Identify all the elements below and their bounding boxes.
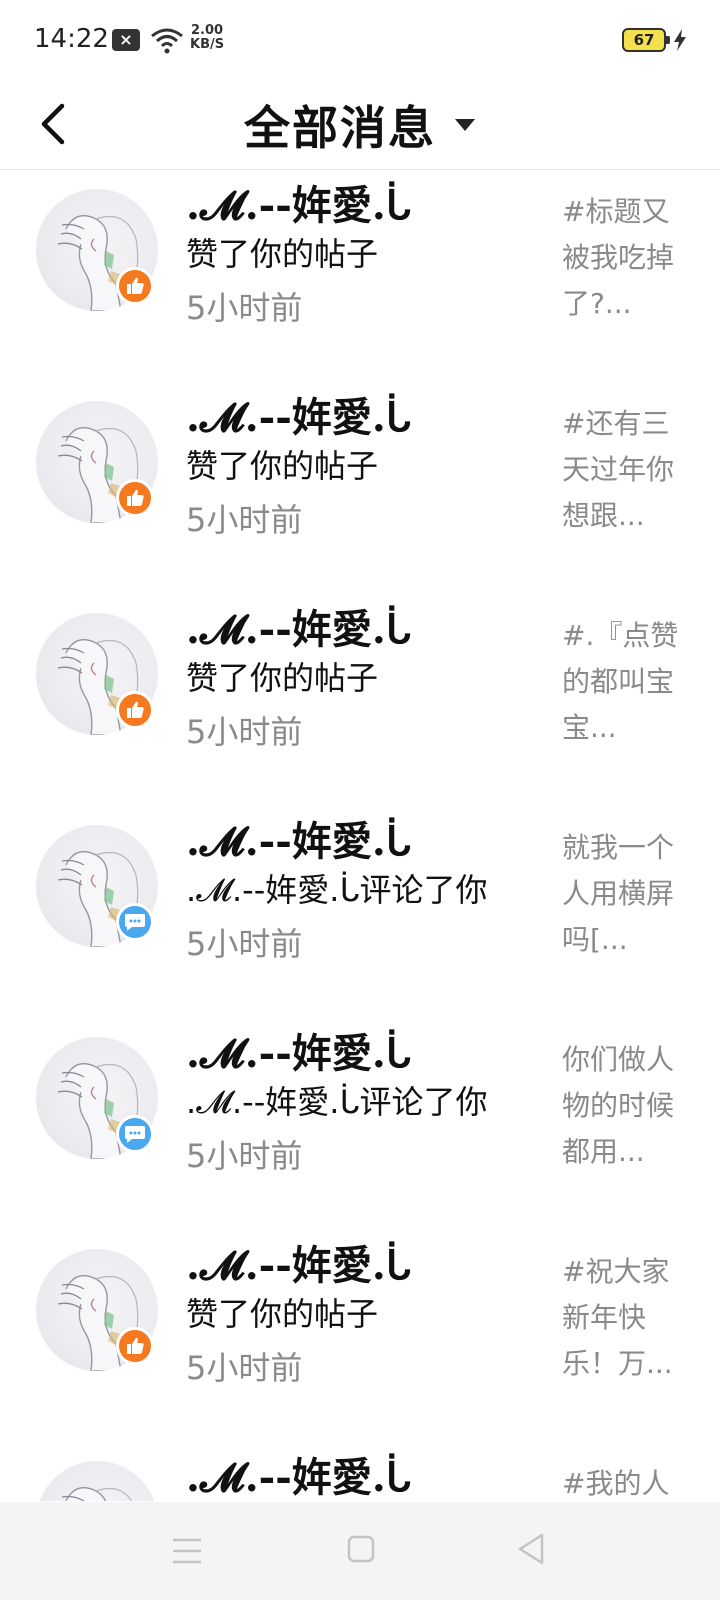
notification-icon: × bbox=[112, 29, 140, 51]
post-preview[interactable]: #我的人 bbox=[562, 1461, 692, 1501]
thumbs-up-icon bbox=[116, 479, 154, 517]
sender-name[interactable]: .𝓜.--姩愛.ᒑ bbox=[186, 1445, 411, 1501]
nav-back-icon[interactable] bbox=[516, 1532, 546, 1566]
thumbs-up-icon bbox=[116, 1327, 154, 1365]
post-preview[interactable]: 就我一个人用横屏吗[... bbox=[562, 825, 692, 963]
message-item[interactable]: .𝓜.--姩愛.ᒑ 赞了你的帖子 5小时前 #还有三天过年你想跟... bbox=[0, 383, 720, 595]
sender-name[interactable]: .𝓜.--姩愛.ᒑ bbox=[186, 385, 411, 443]
network-speed: 2.00 KB/S bbox=[190, 24, 224, 52]
message-item[interactable]: .𝓜.--姩愛.ᒑ #我的人 bbox=[0, 1443, 720, 1501]
wifi-icon bbox=[151, 28, 183, 54]
title-dropdown[interactable]: 全部消息 bbox=[0, 80, 720, 170]
thumbs-up-icon bbox=[116, 691, 154, 729]
page-title: 全部消息 bbox=[244, 101, 436, 155]
battery-level: 67 bbox=[633, 31, 655, 49]
message-time: 5小时前 bbox=[186, 925, 303, 963]
message-action: .𝓜.--姩愛.ᒑ评论了你 bbox=[186, 871, 488, 909]
post-preview[interactable]: #.『点赞的都叫宝宝... bbox=[562, 613, 692, 751]
menu-icon[interactable] bbox=[170, 1534, 204, 1568]
message-item[interactable]: .𝓜.--姩愛.ᒑ 赞了你的帖子 5小时前 #祝大家新年快乐！万... bbox=[0, 1231, 720, 1443]
message-time: 5小时前 bbox=[186, 501, 303, 539]
system-nav-bar bbox=[0, 1502, 720, 1600]
message-action: .𝓜.--姩愛.ᒑ评论了你 bbox=[186, 1083, 488, 1121]
message-item[interactable]: .𝓜.--姩愛.ᒑ 赞了你的帖子 5小时前 #.『点赞的都叫宝宝... bbox=[0, 595, 720, 807]
thumbs-up-icon bbox=[116, 267, 154, 305]
message-action: 赞了你的帖子 bbox=[186, 235, 379, 273]
message-time: 5小时前 bbox=[186, 289, 303, 327]
message-action: 赞了你的帖子 bbox=[186, 447, 379, 485]
chat-bubble-icon bbox=[116, 1115, 154, 1153]
chat-bubble-icon bbox=[116, 903, 154, 941]
status-time: 14:22 bbox=[34, 24, 109, 54]
message-item[interactable]: .𝓜.--姩愛.ᒑ 赞了你的帖子 5小时前 #标题又被我吃掉了?... bbox=[0, 171, 720, 383]
header: 全部消息 bbox=[0, 80, 720, 170]
network-speed-value: 2.00 bbox=[191, 23, 224, 38]
caret-down-icon bbox=[455, 119, 475, 131]
post-preview[interactable]: #还有三天过年你想跟... bbox=[562, 401, 692, 539]
avatar[interactable] bbox=[36, 1461, 158, 1501]
network-speed-unit: KB/S bbox=[190, 37, 225, 52]
message-action: 赞了你的帖子 bbox=[186, 1295, 379, 1333]
sender-name[interactable]: .𝓜.--姩愛.ᒑ bbox=[186, 809, 411, 867]
sender-name[interactable]: .𝓜.--姩愛.ᒑ bbox=[186, 1233, 411, 1291]
sender-name[interactable]: .𝓜.--姩愛.ᒑ bbox=[186, 173, 411, 231]
message-item[interactable]: .𝓜.--姩愛.ᒑ .𝓜.--姩愛.ᒑ评论了你 5小时前 你们做人物的时候都用.… bbox=[0, 1019, 720, 1231]
message-time: 5小时前 bbox=[186, 713, 303, 751]
sender-name[interactable]: .𝓜.--姩愛.ᒑ bbox=[186, 1021, 411, 1079]
battery-icon: 67 bbox=[622, 28, 670, 52]
status-bar: 14:22 × 2.00 KB/S 67 bbox=[0, 0, 720, 80]
sender-name[interactable]: .𝓜.--姩愛.ᒑ bbox=[186, 597, 411, 655]
post-preview[interactable]: 你们做人物的时候都用... bbox=[562, 1037, 692, 1175]
message-time: 5小时前 bbox=[186, 1137, 303, 1175]
message-time: 5小时前 bbox=[186, 1349, 303, 1387]
home-icon[interactable] bbox=[346, 1534, 376, 1564]
message-action: 赞了你的帖子 bbox=[186, 659, 379, 697]
message-list: .𝓜.--姩愛.ᒑ 赞了你的帖子 5小时前 #标题又被我吃掉了?... .𝓜.-… bbox=[0, 171, 720, 1501]
post-preview[interactable]: #标题又被我吃掉了?... bbox=[562, 189, 692, 327]
post-preview[interactable]: #祝大家新年快乐！万... bbox=[562, 1249, 692, 1387]
message-item[interactable]: .𝓜.--姩愛.ᒑ .𝓜.--姩愛.ᒑ评论了你 5小时前 就我一个人用横屏吗[.… bbox=[0, 807, 720, 1019]
charging-icon bbox=[674, 29, 686, 51]
